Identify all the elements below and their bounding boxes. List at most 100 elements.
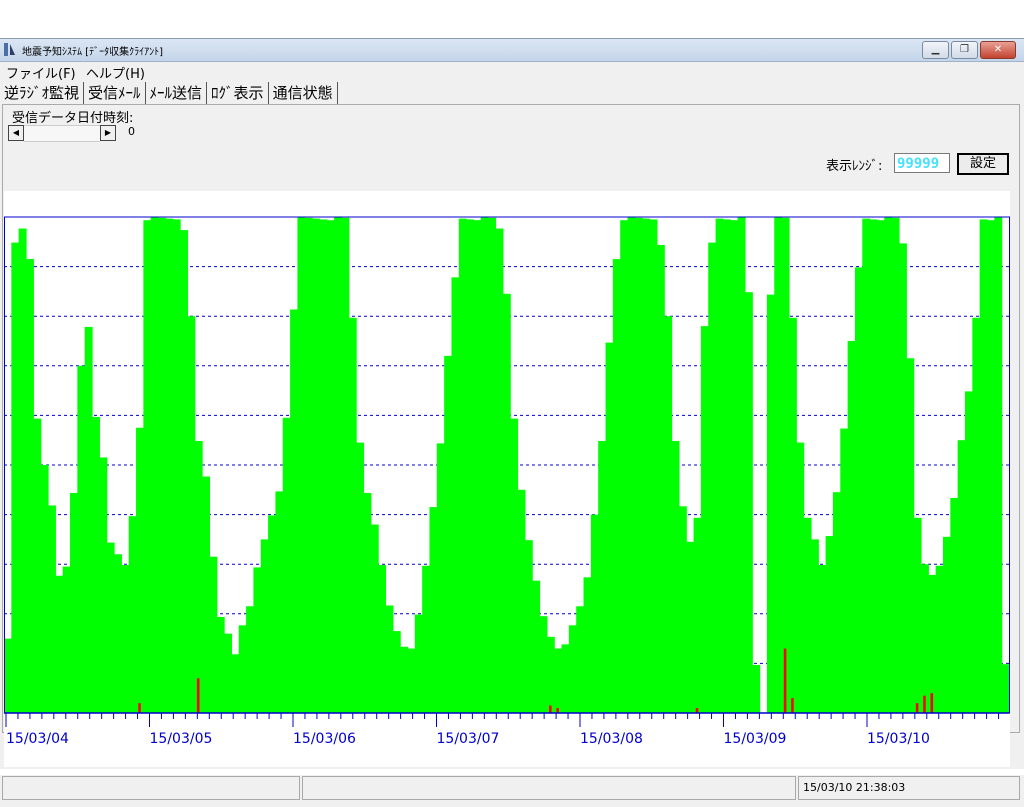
green-bar [136,427,144,713]
green-bar [194,441,203,713]
set-button[interactable]: 設定 [957,153,1009,175]
green-bar [224,633,233,713]
green-bar [407,648,416,713]
green-bar [304,217,313,714]
minimize-button[interactable]: ▁ [922,41,949,59]
arrow-left-icon: ◀ [12,128,20,137]
caption-buttons: ▁ ❐ ✕ [920,41,1016,59]
green-bar [165,218,174,713]
green-bar [627,217,636,713]
green-bar [268,515,277,713]
green-bar [341,217,350,714]
green-bar [994,217,1003,713]
green-bar [972,317,981,713]
green-bar [422,565,431,713]
red-bar [791,698,794,713]
green-bar [737,217,746,713]
green-bar [847,341,856,713]
green-bar [334,217,343,713]
red-bar [930,693,934,713]
green-bar [260,539,269,713]
green-bar [436,443,445,713]
green-bar [590,514,599,713]
green-bar [876,220,885,713]
green-bar [392,631,401,713]
scroll-left-button[interactable]: ◀ [8,125,24,141]
red-bar [196,678,200,713]
green-bar [209,556,218,713]
x-tick-label: 15/03/04 [6,731,69,747]
x-tick-label: 15/03/05 [150,731,213,747]
green-bar [363,493,372,713]
green-bar [238,625,247,713]
tab-received-mail[interactable]: 受信ﾒｰﾙ [84,82,146,104]
green-bar [1001,664,1010,713]
red-bar [549,705,552,713]
green-bar [106,542,115,713]
green-bar [385,605,394,713]
green-bar [950,497,959,713]
red-bar [783,648,787,713]
green-bar [319,219,328,713]
green-bar [282,417,291,713]
chart-area: 15/03/04 15/03/05 15/03/06 15/03/07 15/03/08… [4,191,1010,767]
x-tick-label: 15/03/10 [867,731,930,747]
green-bar [290,309,299,713]
menu-help[interactable]: ヘルプ(H) [86,63,145,82]
green-bar [620,220,629,713]
green-bar [642,218,651,713]
red-bar [923,695,926,713]
green-bar [414,614,423,713]
green-bar [444,355,453,713]
green-bar [715,218,724,713]
green-bar [172,219,181,713]
green-bar [708,242,717,713]
green-bar [700,326,709,713]
green-bar [26,259,34,713]
green-bar [473,220,482,713]
window-title: 地震予知ｼｽﾃﾑ [ﾃﾞｰﾀ収集ｸﾗｲｱﾝﾄ] [22,47,163,58]
green-bar [649,219,658,713]
green-bar [810,539,819,713]
green-bar [898,243,907,713]
tab-comm-status[interactable]: 通信状態 [269,82,338,104]
green-bar [275,491,284,713]
green-bar [781,217,790,714]
restore-icon: ❐ [960,44,969,55]
close-button[interactable]: ✕ [980,41,1016,59]
green-bar [693,517,702,713]
tab-reverse-radio-monitor[interactable]: 逆ﾗｼﾞｵ監視 [0,82,85,104]
x-tick-label: 15/03/07 [437,731,500,747]
restore-button[interactable]: ❐ [951,41,978,59]
status-bar: 15/03/10 21:38:03 [0,775,1024,807]
scroll-track[interactable] [24,125,100,142]
green-bar [818,565,827,713]
green-bar [935,565,944,713]
green-bar [664,316,673,713]
scroll-right-button[interactable]: ▶ [100,125,116,141]
green-bar [370,524,379,713]
title-bar[interactable]: 地震予知ｼｽﾃﾑ [ﾃﾞｰﾀ収集ｸﾗｲｱﾝﾄ] ▁ ❐ ✕ [0,39,1024,62]
tab-log-view[interactable]: ﾛｸﾞ表示 [207,82,269,104]
green-bar [920,564,929,713]
display-range-input[interactable]: 99999 [894,153,950,173]
tab-send-mail[interactable]: ﾒｰﾙ送信 [146,82,208,104]
menu-file[interactable]: ファイル(F) [6,63,76,82]
red-bar [138,703,141,713]
green-bar [979,219,988,713]
green-bar [722,219,731,713]
green-bar [202,476,211,713]
date-scrollbar[interactable]: ◀ ▶ 0 [8,125,136,142]
green-bar [495,228,504,713]
green-bar [326,220,335,713]
green-bar [158,217,166,714]
green-bar [576,606,585,713]
green-bar [466,219,475,713]
green-bar [348,317,357,713]
green-bar [583,577,592,713]
green-bar [48,505,56,713]
green-bar [539,616,548,713]
green-bar [297,217,306,713]
green-bar [480,217,489,713]
green-bar [774,217,783,713]
